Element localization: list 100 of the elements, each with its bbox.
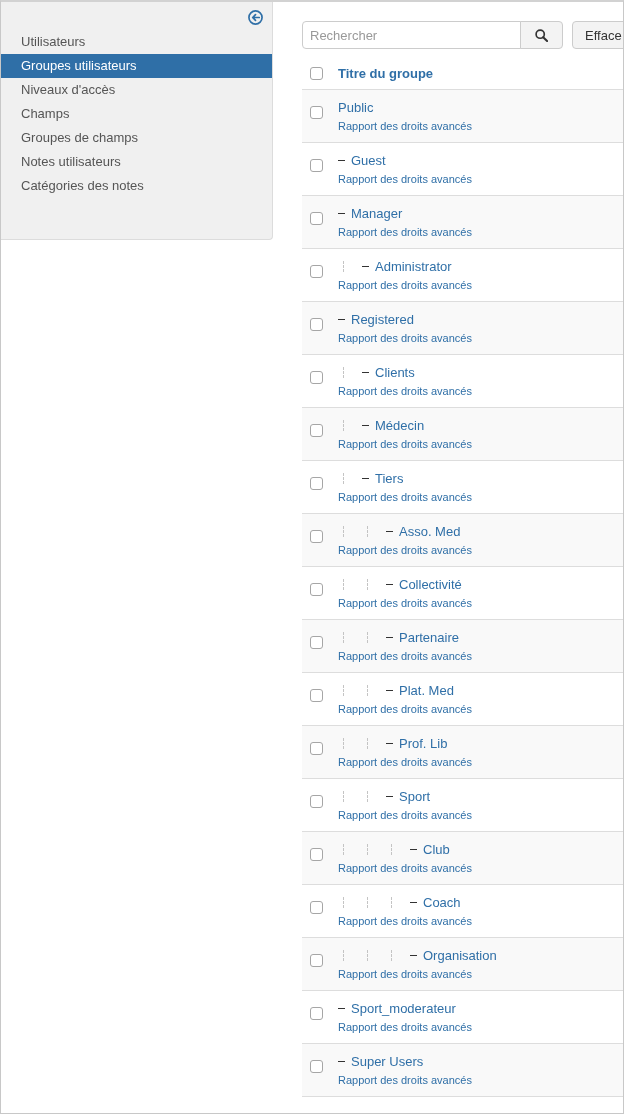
indent-guide-icon — [367, 843, 368, 855]
permissions-report-link[interactable]: Rapport des droits avancés — [338, 278, 472, 292]
dash-icon — [362, 371, 369, 373]
indent-guide-icon — [343, 366, 344, 378]
permissions-report-link[interactable]: Rapport des droits avancés — [338, 1020, 472, 1034]
group-title-link[interactable]: Clients — [375, 364, 415, 380]
group-title-link[interactable]: Super Users — [351, 1053, 424, 1069]
group-title-link[interactable]: Club — [423, 841, 450, 857]
indent-guide-icon — [343, 896, 344, 908]
row-checkbox[interactable] — [310, 848, 323, 861]
group-title-link[interactable]: Guest — [351, 152, 386, 168]
select-all-checkbox[interactable] — [310, 66, 323, 80]
indent-guide-icon — [343, 472, 344, 484]
group-title-link[interactable]: Sport — [399, 788, 431, 804]
permissions-report-link[interactable]: Rapport des droits avancés — [338, 543, 472, 557]
permissions-report-link[interactable]: Rapport des droits avancés — [338, 914, 472, 928]
dash-icon — [338, 212, 345, 214]
indent-guide-icon — [367, 790, 368, 802]
dash-icon — [362, 424, 369, 426]
dash-icon — [386, 530, 393, 532]
row-checkbox[interactable] — [310, 318, 323, 331]
row-checkbox[interactable] — [310, 424, 323, 437]
row-checkbox[interactable] — [310, 636, 323, 649]
dash-icon — [362, 265, 369, 267]
group-title-link[interactable]: Manager — [351, 205, 403, 221]
sidebar-item[interactable]: Groupes de champs — [1, 126, 272, 150]
sidebar-item[interactable]: Champs — [1, 102, 272, 126]
permissions-report-link[interactable]: Rapport des droits avancés — [338, 119, 472, 133]
row-checkbox[interactable] — [310, 954, 323, 967]
group-title-link[interactable]: Asso. Med — [399, 523, 461, 539]
column-header-link[interactable]: Titre du groupe — [338, 65, 434, 81]
group-title-link[interactable]: Collectivité — [399, 576, 462, 592]
permissions-report-link[interactable]: Rapport des droits avancés — [338, 649, 472, 663]
indent-guide-icon — [367, 578, 368, 590]
group-title-link[interactable]: Administrator — [375, 258, 452, 274]
row-checkbox[interactable] — [310, 371, 323, 384]
indent-guide-icon — [343, 631, 344, 643]
row-checkbox[interactable] — [310, 159, 323, 172]
sidebar-item[interactable]: Catégories des notes — [1, 174, 272, 198]
group-title-link[interactable]: Public — [338, 99, 374, 115]
group-title-link[interactable]: Coach — [423, 894, 461, 910]
dash-icon — [362, 477, 369, 479]
indent-guide-icon — [367, 525, 368, 537]
indent-guide-icon — [343, 525, 344, 537]
indent-guide-icon — [367, 737, 368, 749]
row-checkbox[interactable] — [310, 212, 323, 225]
dash-icon — [410, 848, 417, 850]
group-title-link[interactable]: Partenaire — [399, 629, 459, 645]
collapse-arrow-icon[interactable] — [248, 10, 263, 25]
permissions-report-link[interactable]: Rapport des droits avancés — [338, 172, 472, 186]
row-checkbox[interactable] — [310, 1007, 323, 1020]
sidebar-item[interactable]: Utilisateurs — [1, 30, 272, 54]
group-title-link[interactable]: Médecin — [375, 417, 425, 433]
permissions-report-link[interactable]: Rapport des droits avancés — [338, 490, 472, 504]
indent-guide-icon — [367, 896, 368, 908]
search-icon — [535, 28, 548, 42]
indent-guide-icon — [343, 684, 344, 696]
clear-button[interactable]: Efface — [572, 21, 623, 49]
row-checkbox[interactable] — [310, 265, 323, 278]
permissions-report-link[interactable]: Rapport des droits avancés — [338, 702, 472, 716]
row-checkbox[interactable] — [310, 583, 323, 596]
group-title-link[interactable]: Prof. Lib — [399, 735, 448, 751]
permissions-report-link[interactable]: Rapport des droits avancés — [338, 437, 472, 451]
permissions-report-link[interactable]: Rapport des droits avancés — [338, 1073, 472, 1087]
dash-icon — [410, 954, 417, 956]
permissions-report-link[interactable]: Rapport des droits avancés — [338, 596, 472, 610]
permissions-report-link[interactable]: Rapport des droits avancés — [338, 331, 472, 345]
row-checkbox[interactable] — [310, 689, 323, 702]
dash-icon — [338, 318, 345, 320]
indent-guide-icon — [391, 843, 392, 855]
group-title-link[interactable]: Tiers — [375, 470, 404, 486]
permissions-report-link[interactable]: Rapport des droits avancés — [338, 384, 472, 398]
group-title-link[interactable]: Sport_moderateur — [351, 1000, 456, 1016]
group-title-link[interactable]: Organisation — [423, 947, 497, 963]
permissions-report-link[interactable]: Rapport des droits avancés — [338, 808, 472, 822]
sidebar-item[interactable]: Niveaux d'accès — [1, 78, 272, 102]
indent-guide-icon — [343, 578, 344, 590]
group-title-link[interactable]: Plat. Med — [399, 682, 454, 698]
row-checkbox[interactable] — [310, 795, 323, 808]
indent-guide-icon — [343, 790, 344, 802]
row-checkbox[interactable] — [310, 742, 323, 755]
dash-icon — [386, 583, 393, 585]
group-title-link[interactable]: Registered — [351, 311, 414, 327]
row-checkbox[interactable] — [310, 477, 323, 490]
sidebar-item[interactable]: Notes utilisateurs — [1, 150, 272, 174]
row-checkbox[interactable] — [310, 901, 323, 914]
permissions-report-link[interactable]: Rapport des droits avancés — [338, 861, 472, 875]
permissions-report-link[interactable]: Rapport des droits avancés — [338, 967, 497, 981]
search-field[interactable]: Rechercher — [302, 21, 521, 49]
permissions-report-link[interactable]: Rapport des droits avancés — [338, 755, 472, 769]
indent-guide-icon — [343, 949, 344, 961]
search-button[interactable] — [520, 21, 563, 49]
row-checkbox[interactable] — [310, 106, 323, 119]
sidebar-item[interactable]: Groupes utilisateurs — [1, 54, 272, 78]
dash-icon — [386, 742, 393, 744]
permissions-report-link[interactable]: Rapport des droits avancés — [338, 225, 472, 239]
dash-icon — [386, 689, 393, 691]
row-checkbox[interactable] — [310, 530, 323, 543]
indent-guide-icon — [391, 896, 392, 908]
row-checkbox[interactable] — [310, 1060, 323, 1073]
